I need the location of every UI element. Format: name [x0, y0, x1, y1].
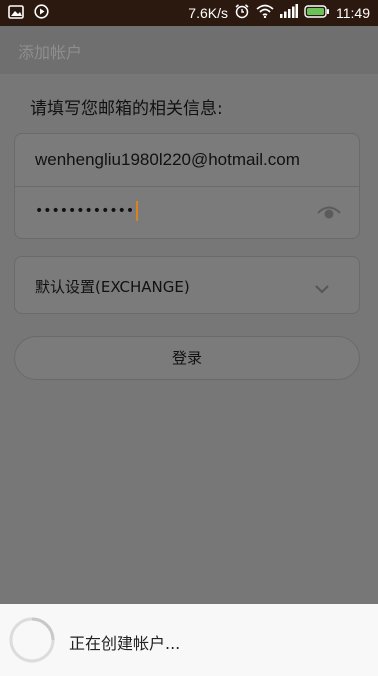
alarm-icon: [234, 3, 250, 22]
progress-dialog: 正在创建帐户...: [0, 604, 378, 676]
eye-icon[interactable]: [317, 204, 341, 224]
page-title: 添加帐户: [18, 43, 83, 62]
network-speed: 7.6K/s: [188, 4, 228, 21]
text-cursor: [136, 201, 139, 221]
clock: 11:49: [336, 4, 370, 21]
status-bar: 7.6K/s 11:49: [0, 0, 378, 26]
password-masked-text: ••••••••••••: [35, 203, 135, 219]
password-field[interactable]: ••••••••••••: [35, 201, 139, 221]
credentials-card: wenhengliu1980l220@hotmail.com •••••••••…: [14, 133, 360, 239]
progress-text: 正在创建帐户...: [69, 634, 181, 653]
battery-icon: [304, 4, 330, 21]
image-icon: [8, 4, 24, 23]
field-divider: [15, 186, 359, 187]
spinner-icon: [8, 616, 56, 668]
signal-icon: [280, 4, 298, 21]
chevron-down-icon: [315, 279, 329, 298]
wifi-icon: [256, 4, 274, 21]
server-select[interactable]: 默认设置(EXCHANGE): [14, 256, 360, 314]
play-icon: [34, 4, 49, 23]
login-button[interactable]: 登录: [14, 336, 360, 380]
title-bar: 添加帐户: [0, 26, 378, 74]
form-prompt: 请填写您邮箱的相关信息:: [30, 99, 223, 119]
server-select-value: 默认设置(EXCHANGE): [35, 278, 190, 296]
email-field[interactable]: wenhengliu1980l220@hotmail.com: [35, 150, 345, 170]
